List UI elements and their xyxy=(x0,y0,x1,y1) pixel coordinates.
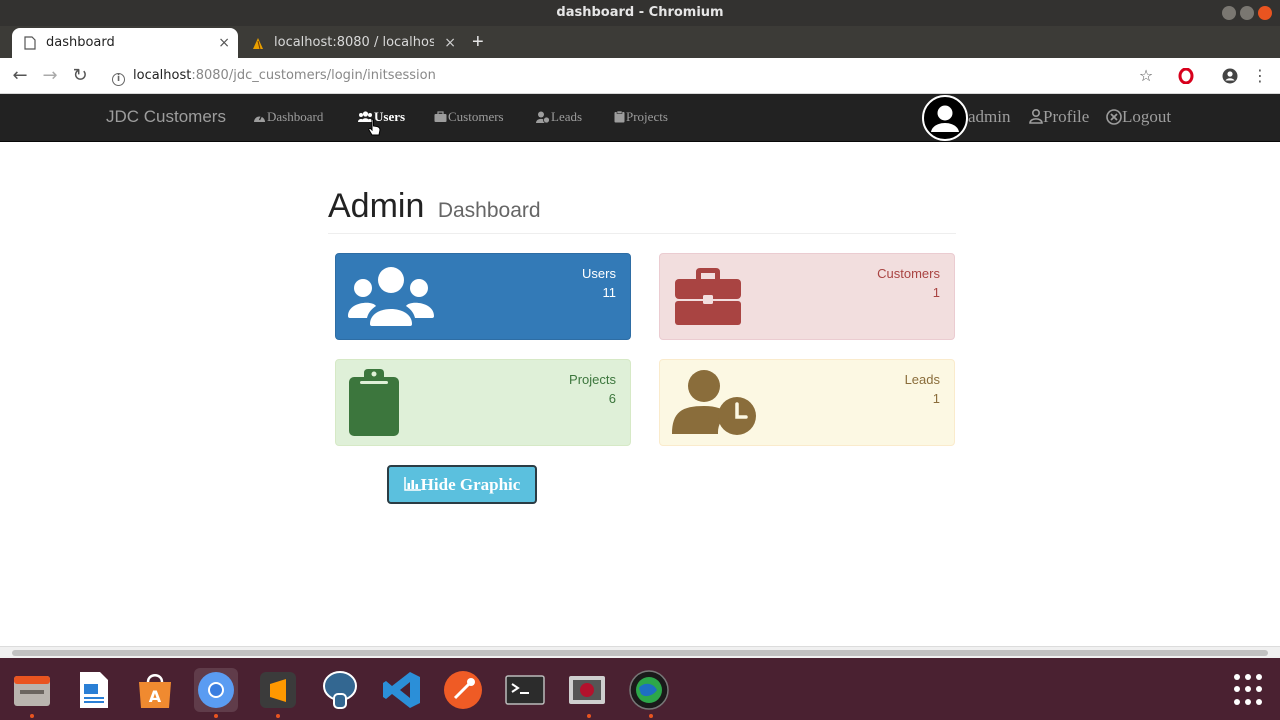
libreoffice-writer-icon[interactable] xyxy=(72,668,116,712)
sublime-text-icon[interactable] xyxy=(256,668,300,712)
leads-panel-count: 1 xyxy=(932,391,940,406)
users-panel-label: Users xyxy=(582,266,616,281)
nav-projects-label: Projects xyxy=(626,109,668,124)
nav-logout[interactable]: Logout xyxy=(1106,94,1171,140)
dock-running-indicator xyxy=(276,714,280,718)
menu-kebab-icon[interactable]: ⋮ xyxy=(1248,64,1272,88)
users-panel-count: 11 xyxy=(602,285,617,300)
browser-toolbar: ← → ↻ i localhost:8080/jdc_customers/logi… xyxy=(0,58,1280,94)
page-icon xyxy=(24,36,36,50)
system-monitor-icon[interactable] xyxy=(627,668,671,712)
customers-panel-count: 1 xyxy=(932,285,940,300)
nav-profile-label: Profile xyxy=(1043,107,1090,126)
window-title: dashboard - Chromium xyxy=(556,5,724,20)
account-icon[interactable] xyxy=(1218,64,1242,88)
nav-logout-label: Logout xyxy=(1122,107,1172,126)
nav-username[interactable]: admin xyxy=(968,94,1011,140)
phpmyadmin-icon xyxy=(253,38,263,50)
taskbar-dock: A xyxy=(0,658,1280,720)
nav-projects[interactable]: Projects xyxy=(614,94,668,140)
close-tab-icon[interactable]: × xyxy=(218,28,230,58)
hand-cursor-icon xyxy=(368,118,381,136)
user-clock-icon xyxy=(536,111,550,124)
vscode-icon[interactable] xyxy=(380,668,424,712)
chromium-icon[interactable] xyxy=(194,668,238,712)
clipboard-icon xyxy=(349,369,399,436)
virtualbox-icon[interactable] xyxy=(565,668,609,712)
briefcase-icon xyxy=(434,111,447,122)
url-path: :8080/jdc_customers/login/initsession xyxy=(191,68,436,83)
pgadmin-icon[interactable] xyxy=(318,668,362,712)
dock-running-indicator xyxy=(649,714,653,718)
nav-customers[interactable]: Customers xyxy=(434,94,504,140)
page-subtitle: Dashboard xyxy=(437,199,541,222)
user-icon xyxy=(1029,108,1043,124)
dock-running-indicator xyxy=(587,714,591,718)
postman-icon[interactable] xyxy=(441,668,485,712)
forward-arrow-icon[interactable]: → xyxy=(38,64,62,88)
users-icon xyxy=(348,267,434,326)
url-bar[interactable]: i localhost:8080/jdc_customers/login/init… xyxy=(112,66,436,86)
tab-dashboard[interactable]: dashboard × xyxy=(12,28,238,58)
window-titlebar: dashboard - Chromium xyxy=(0,0,1280,26)
nav-dashboard[interactable]: Dashboard xyxy=(253,94,323,140)
url-host: localhost xyxy=(133,68,192,83)
horizontal-scrollbar[interactable] xyxy=(0,646,1280,658)
opera-extension-icon[interactable] xyxy=(1174,64,1198,88)
dashboard-icon xyxy=(254,114,265,122)
projects-panel[interactable]: Projects 6 xyxy=(335,359,631,446)
dock-running-indicator xyxy=(30,714,34,718)
tab-label: dashboard xyxy=(46,35,115,50)
customers-panel[interactable]: Customers 1 xyxy=(659,253,955,340)
files-app-icon[interactable] xyxy=(10,668,54,712)
close-tab-icon[interactable]: × xyxy=(444,28,456,58)
star-icon[interactable]: ☆ xyxy=(1134,64,1158,88)
nav-dashboard-label: Dashboard xyxy=(267,109,324,124)
leads-panel-label: Leads xyxy=(904,372,940,387)
projects-panel-count: 6 xyxy=(608,391,616,406)
tab-localhost[interactable]: localhost:8080 / localhost × xyxy=(240,28,464,58)
new-tab-button[interactable]: + xyxy=(472,30,484,54)
page-header: Admin Dashboard xyxy=(328,186,956,234)
page-title: Admin Dashboard xyxy=(328,186,956,231)
user-avatar-icon xyxy=(931,105,959,132)
close-window-button[interactable] xyxy=(1258,6,1272,20)
tab-strip: dashboard × localhost:8080 / localhost × xyxy=(0,26,1280,58)
projects-panel-label: Projects xyxy=(569,372,616,387)
nav-leads-label: Leads xyxy=(551,109,583,124)
svg-text:A: A xyxy=(149,687,162,706)
briefcase-icon xyxy=(675,268,741,325)
minimize-button[interactable] xyxy=(1222,6,1236,20)
page-title-text: Admin xyxy=(328,187,425,225)
maximize-button[interactable] xyxy=(1240,6,1254,20)
info-icon[interactable]: i xyxy=(112,73,125,86)
nav-profile[interactable]: Profile xyxy=(1029,94,1089,140)
reload-icon[interactable]: ↻ xyxy=(68,64,92,88)
nav-customers-label: Customers xyxy=(448,109,504,124)
terminal-icon[interactable] xyxy=(503,668,547,712)
scrollbar-thumb[interactable] xyxy=(12,650,1268,656)
times-circle-icon xyxy=(1106,109,1122,125)
customers-panel-label: Customers xyxy=(877,266,940,281)
show-applications-icon[interactable] xyxy=(1234,674,1266,706)
software-center-icon[interactable]: A xyxy=(133,668,177,712)
leads-panel[interactable]: Leads 1 xyxy=(659,359,955,446)
dock-running-indicator xyxy=(214,714,218,718)
hide-graphic-label: Hide Graphic xyxy=(420,475,521,494)
tab-label: localhost:8080 / localhost xyxy=(274,35,434,50)
app-navbar: JDC Customers Dashboard Users Customers … xyxy=(0,94,1280,142)
folder-icon xyxy=(614,110,625,123)
hide-graphic-button[interactable]: Hide Graphic xyxy=(387,465,537,504)
user-clock-icon xyxy=(672,370,756,435)
avatar[interactable] xyxy=(922,95,968,141)
brand-link[interactable]: JDC Customers xyxy=(106,94,226,140)
back-arrow-icon[interactable]: ← xyxy=(8,64,32,88)
nav-leads[interactable]: Leads xyxy=(536,94,582,140)
bar-chart-icon xyxy=(403,477,421,491)
users-panel[interactable]: Users 11 xyxy=(335,253,631,340)
